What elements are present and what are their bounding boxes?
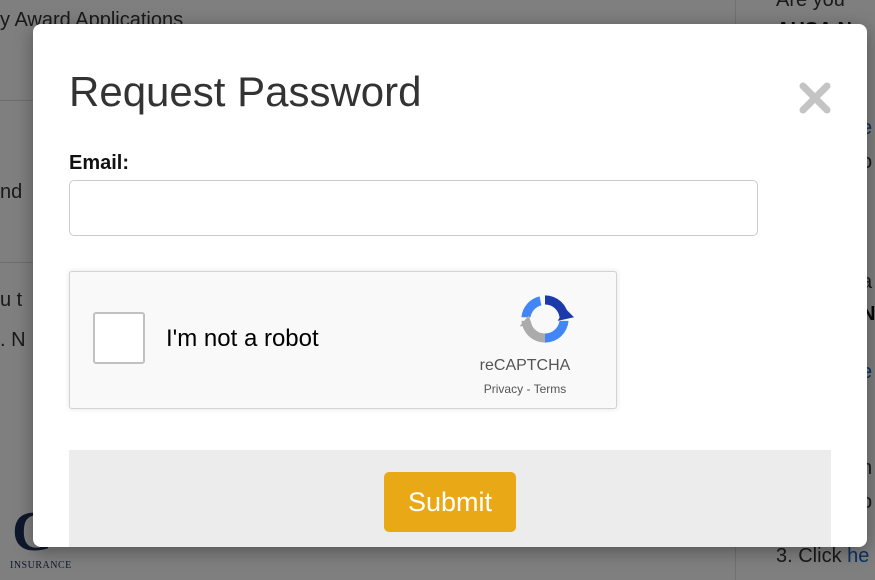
recaptcha-logo-icon xyxy=(519,295,574,343)
recaptcha-terms-link[interactable]: Terms xyxy=(534,382,567,396)
recaptcha-links-separator: - xyxy=(523,382,534,396)
email-field[interactable] xyxy=(69,180,758,236)
recaptcha-privacy-link[interactable]: Privacy xyxy=(484,382,523,396)
recaptcha-checkbox[interactable] xyxy=(93,312,145,364)
request-password-modal: Request Password Email: I'm not a robot … xyxy=(33,24,867,547)
recaptcha-links: Privacy - Terms xyxy=(450,382,600,396)
close-button[interactable] xyxy=(793,76,837,120)
modal-footer: Submit xyxy=(69,450,831,547)
recaptcha-widget: I'm not a robot reCAPTCHA Privacy - Term… xyxy=(69,271,617,409)
email-label: Email: xyxy=(69,152,130,174)
close-icon xyxy=(799,82,831,114)
submit-button[interactable]: Submit xyxy=(384,472,516,532)
recaptcha-label: I'm not a robot xyxy=(166,325,319,352)
modal-title: Request Password xyxy=(69,68,422,115)
recaptcha-brand: reCAPTCHA xyxy=(479,357,571,374)
